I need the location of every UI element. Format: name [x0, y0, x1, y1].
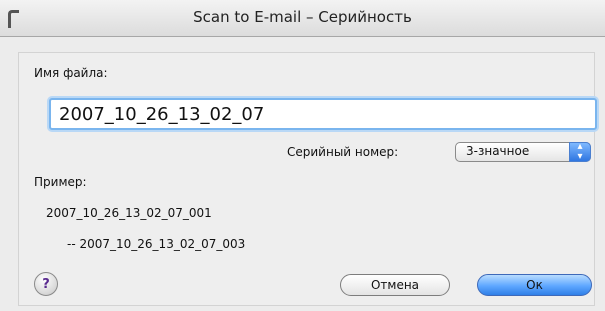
scan-to-email-dialog: Scan to E-mail – Серийность Имя файла: С…: [0, 0, 605, 311]
window-title: Scan to E-mail – Серийность: [193, 8, 412, 26]
help-icon: ?: [42, 276, 50, 292]
ok-button-label: Ок: [526, 278, 543, 292]
file-name-field-wrap: [49, 98, 597, 130]
file-name-label: Имя файла:: [34, 66, 108, 80]
cancel-button-label: Отмена: [370, 278, 420, 292]
title-bar: Scan to E-mail – Серийность: [0, 0, 605, 37]
help-button[interactable]: ?: [34, 272, 58, 296]
serial-number-select[interactable]: 3-значное ▴ ▾: [455, 142, 591, 162]
example-label: Пример:: [34, 175, 87, 189]
example-first-filename: 2007_10_26_13_02_07_001: [46, 206, 212, 220]
settings-panel: [18, 52, 595, 306]
file-name-input[interactable]: [51, 100, 595, 128]
example-last-filename: -- 2007_10_26_13_02_07_003: [67, 237, 246, 251]
serial-number-selected-value: 3-значное: [466, 144, 530, 158]
ok-button[interactable]: Ок: [477, 274, 592, 296]
up-down-arrows-icon: ▴ ▾: [569, 142, 591, 162]
cancel-button[interactable]: Отмена: [340, 274, 450, 296]
serial-number-label: Серийный номер:: [287, 145, 399, 159]
